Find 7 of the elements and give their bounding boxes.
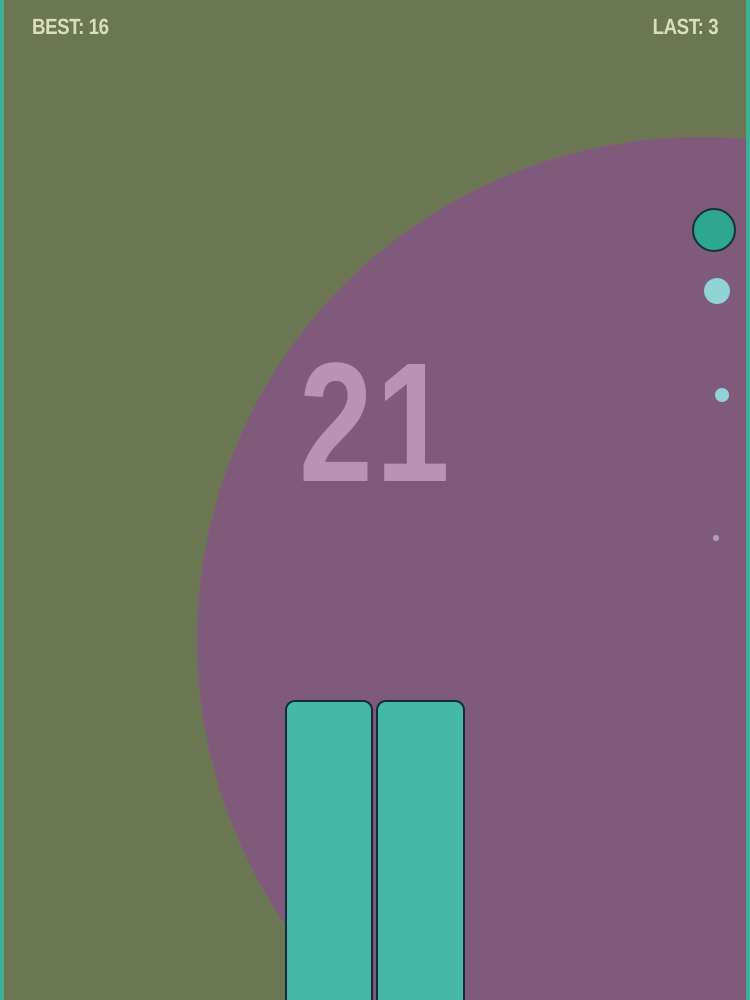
player-ball[interactable] (692, 208, 736, 252)
trail-dot (715, 388, 729, 402)
current-score: 21 (299, 338, 453, 508)
trail-dot (713, 535, 719, 541)
trail-dot (704, 278, 730, 304)
best-score: BEST: 16 (32, 14, 109, 40)
last-score: LAST: 3 (652, 14, 718, 40)
